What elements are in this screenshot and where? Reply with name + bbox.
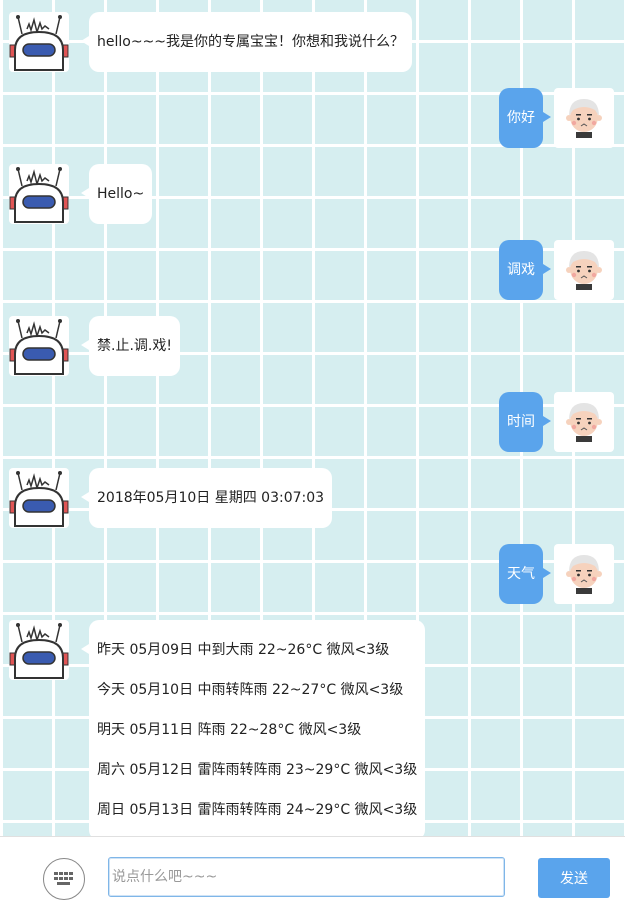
message-bubble: 调戏	[499, 240, 551, 300]
weather-line: 今天 05月10日 中雨转阵雨 22~27°C 微风<3级	[97, 682, 404, 698]
weather-bubble: 昨天 05月09日 中到大雨 22~26°C 微风<3级 今天 05月10日 中…	[80, 620, 426, 836]
message-bubble: 禁.止.调.戏!	[81, 316, 180, 376]
chat-area[interactable]: hello~~~我是你的专属宝宝！你想和我说什么？ 你好 Hello~ 调戏 禁…	[0, 0, 625, 836]
robot-avatar-icon	[9, 620, 69, 680]
message-bubble: 你好	[499, 88, 551, 148]
weather-line: 昨天 05月09日 中到大雨 22~26°C 微风<3级	[97, 642, 390, 658]
weather-line: 明天 05月11日 阵雨 22~28°C 微风<3级	[97, 722, 362, 738]
robot-avatar-icon	[9, 164, 69, 224]
robot-avatar-icon	[9, 316, 69, 376]
robot-avatar-icon	[9, 468, 69, 528]
message-bubble: 2018年05月10日 星期四 03:07:03	[80, 468, 333, 528]
message-bubble: 天气	[499, 544, 551, 604]
message-bubble: hello~~~我是你的专属宝宝！你想和我说什么？	[80, 12, 413, 72]
robot-avatar-icon	[9, 12, 69, 72]
weather-line: 周六 05月12日 雷阵雨转阵雨 23~29°C 微风<3级	[97, 762, 418, 778]
input-bar: 发送	[0, 836, 625, 903]
user-avatar-icon	[554, 392, 614, 452]
message-bubble: Hello~	[80, 164, 153, 224]
message-bubble: 时间	[499, 392, 551, 452]
user-avatar-icon	[554, 544, 614, 604]
keyboard-toggle-button[interactable]	[43, 858, 85, 900]
message-input[interactable]	[108, 857, 505, 897]
weather-line: 周日 05月13日 雷阵雨转阵雨 24~29°C 微风<3级	[97, 802, 418, 818]
send-button[interactable]: 发送	[538, 858, 610, 898]
keyboard-icon	[54, 872, 73, 885]
user-avatar-icon	[554, 88, 614, 148]
user-avatar-icon	[554, 240, 614, 300]
